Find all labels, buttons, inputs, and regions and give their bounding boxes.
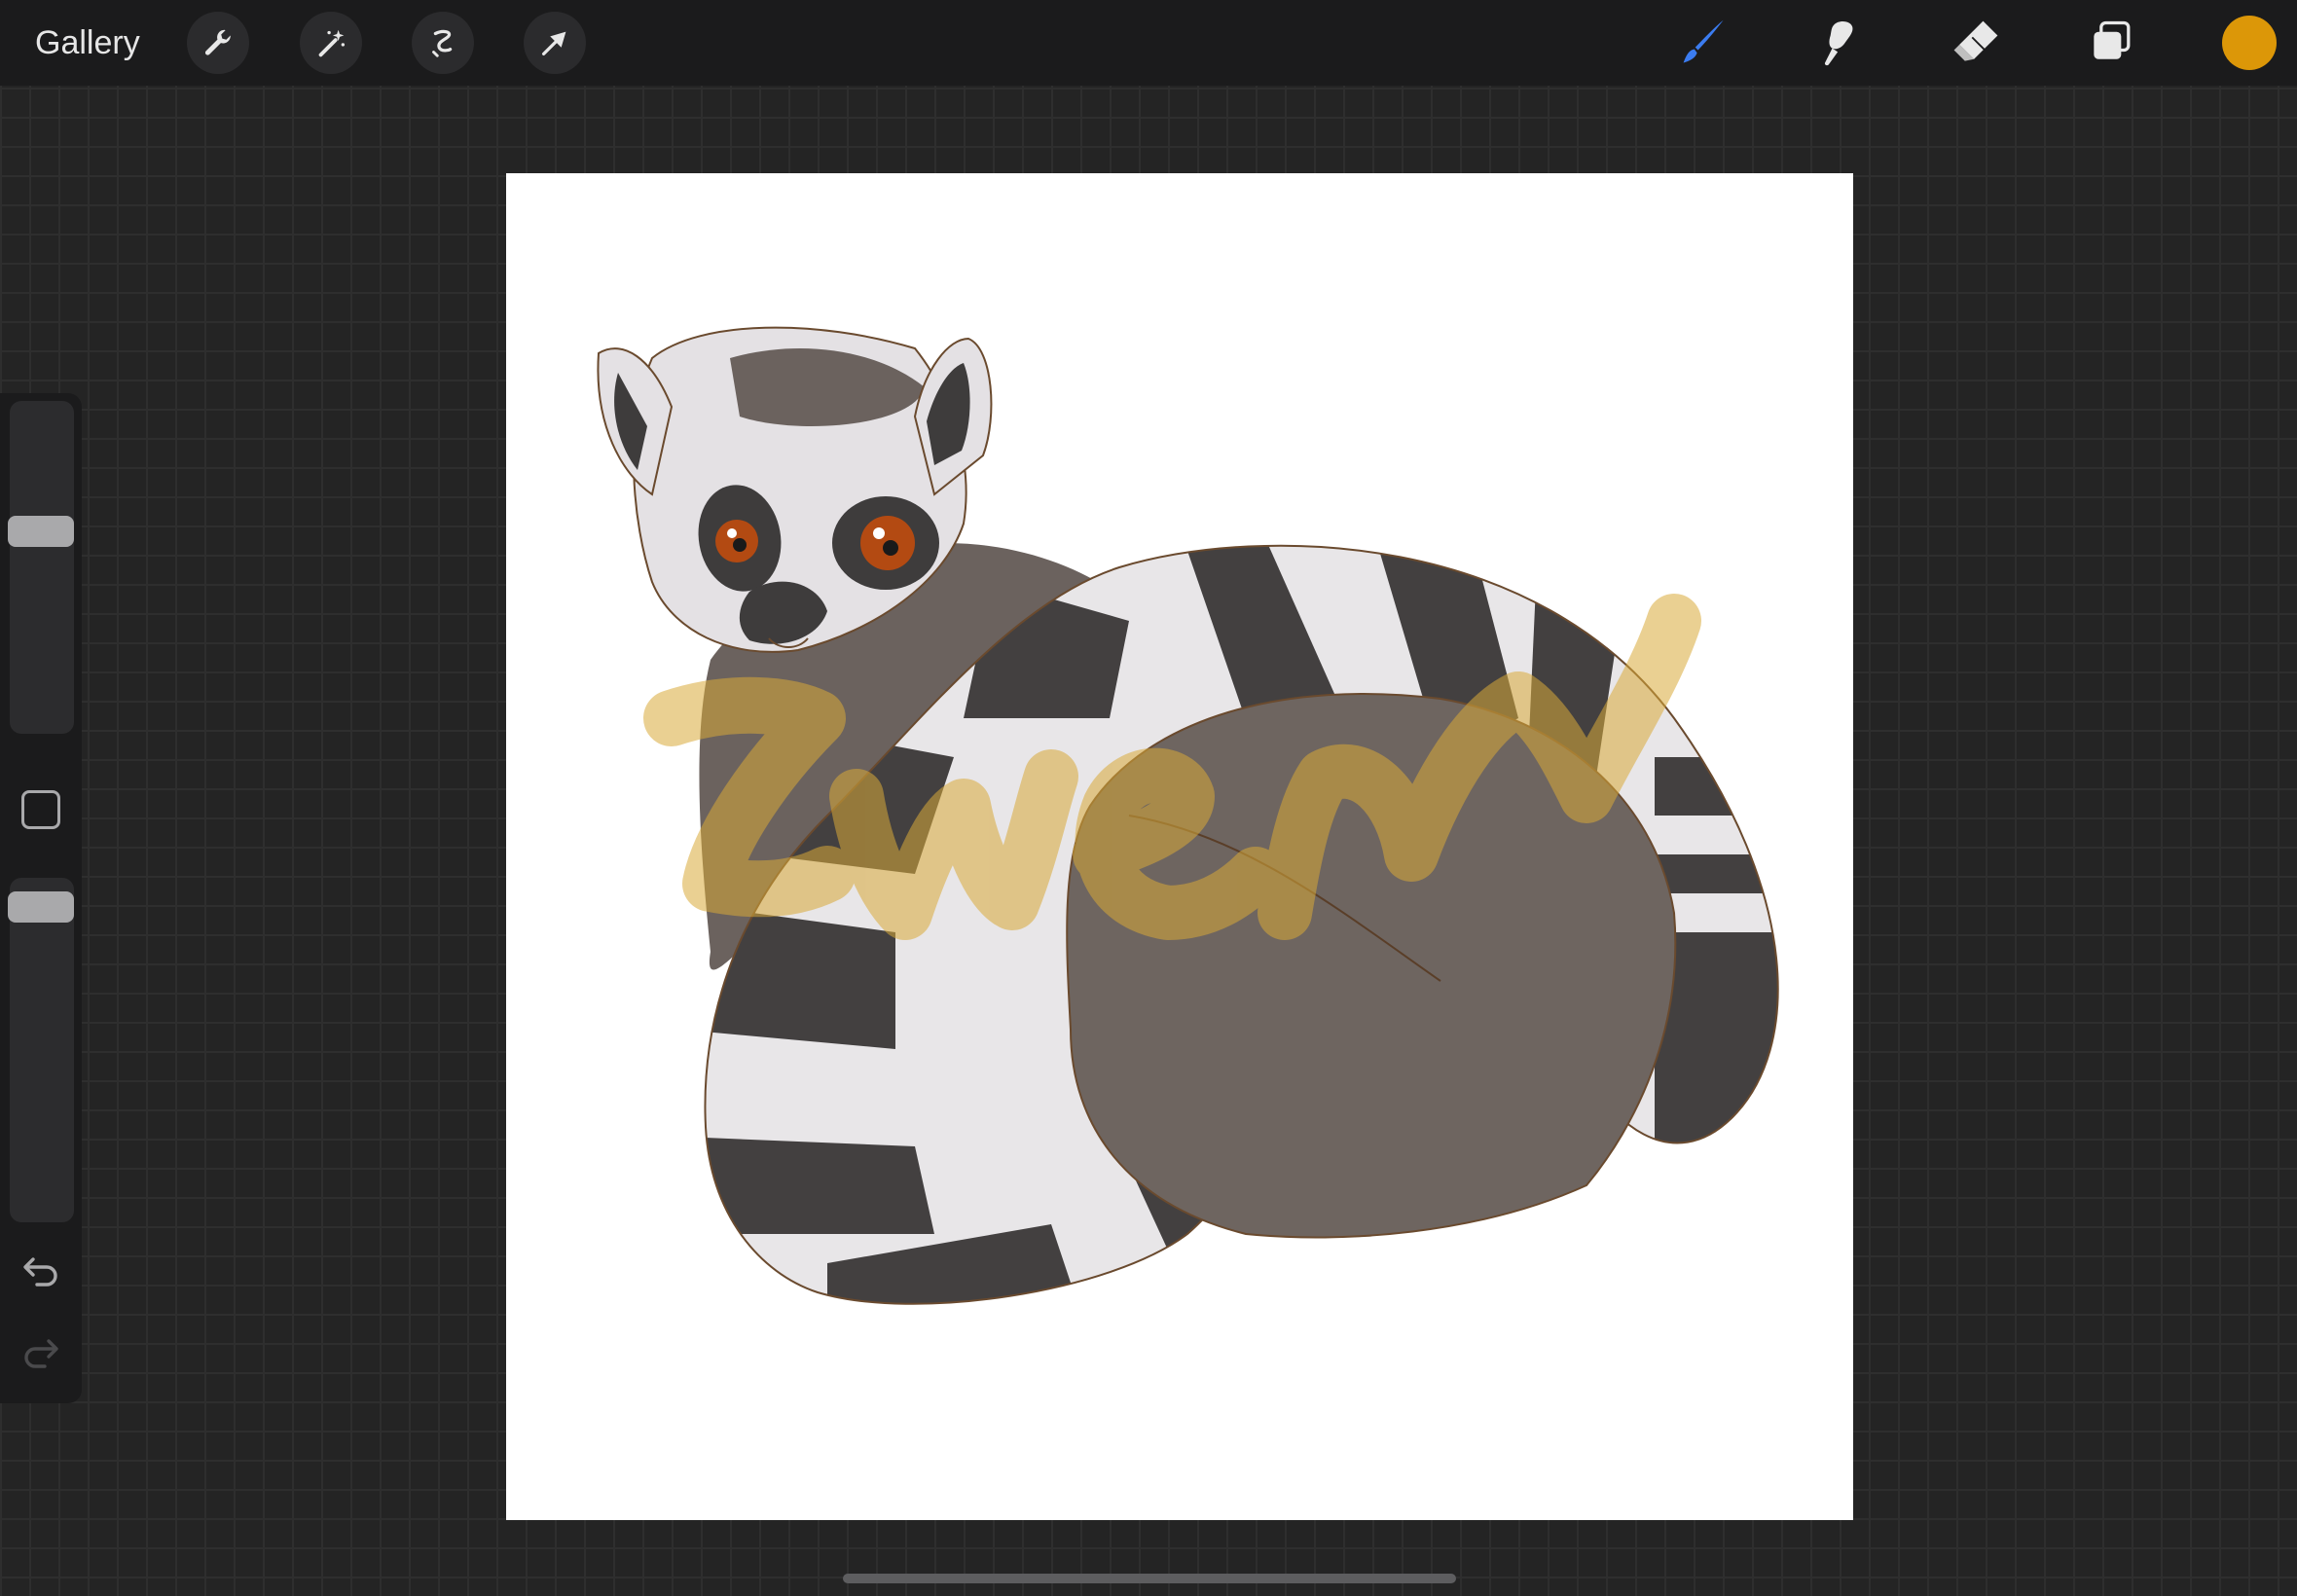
gallery-button[interactable]: Gallery bbox=[35, 21, 140, 64]
transform-button[interactable] bbox=[524, 12, 586, 74]
brush-tool-button[interactable] bbox=[1676, 14, 1734, 72]
lemur-artwork bbox=[597, 326, 1779, 1305]
redo-icon bbox=[24, 1339, 58, 1368]
redo-button[interactable] bbox=[19, 1331, 62, 1374]
top-toolbar: Gallery bbox=[0, 0, 2297, 86]
undo-button[interactable] bbox=[19, 1250, 62, 1292]
brush-icon bbox=[1683, 19, 1724, 63]
wrench-icon bbox=[204, 29, 231, 55]
layers-button[interactable] bbox=[2083, 14, 2141, 72]
selection-icon bbox=[432, 29, 453, 57]
magic-wand-icon bbox=[318, 29, 346, 57]
layers-icon bbox=[2094, 20, 2131, 59]
smudge-tool-button[interactable] bbox=[1810, 14, 1869, 72]
modify-button[interactable] bbox=[21, 790, 60, 829]
brush-size-thumb[interactable] bbox=[8, 516, 74, 547]
eraser-icon bbox=[1953, 20, 1998, 61]
drawing-canvas[interactable] bbox=[506, 173, 1853, 1520]
undo-icon bbox=[23, 1257, 57, 1287]
left-sidebar bbox=[0, 393, 82, 1403]
adjustments-button[interactable] bbox=[300, 12, 362, 74]
smudge-icon bbox=[1824, 20, 1853, 66]
move-arrow-icon bbox=[541, 31, 566, 56]
eraser-tool-button[interactable] bbox=[1947, 14, 2005, 72]
brush-size-slider[interactable] bbox=[8, 401, 74, 734]
selection-button[interactable] bbox=[412, 12, 474, 74]
actions-wrench-button[interactable] bbox=[187, 12, 249, 74]
color-picker-button[interactable] bbox=[2222, 16, 2277, 70]
home-indicator bbox=[843, 1574, 1456, 1583]
opacity-slider[interactable] bbox=[8, 878, 74, 1222]
opacity-thumb[interactable] bbox=[8, 891, 74, 923]
